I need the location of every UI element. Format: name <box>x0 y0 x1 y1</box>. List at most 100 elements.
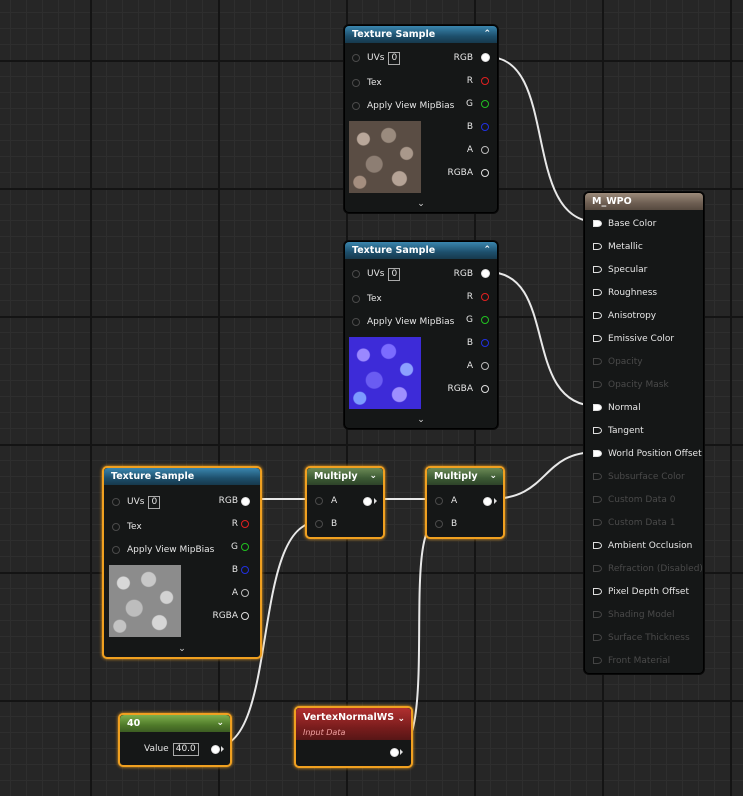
material-pin-row[interactable]: Normal <box>593 401 641 415</box>
wire-ts2-normal[interactable] <box>487 271 598 407</box>
rgb-output-pin-icon[interactable] <box>241 497 250 506</box>
texture-sample-node-2[interactable]: Texture Sample ⌃ UVs 0 Tex Apply View Mip… <box>344 241 498 429</box>
material-pin-row[interactable]: Ambient Occlusion <box>593 539 692 553</box>
input-a-pin-icon[interactable] <box>435 497 443 505</box>
material-input-pin-icon[interactable] <box>593 588 602 595</box>
material-pin-row[interactable]: Anisotropy <box>593 309 656 323</box>
expand-chevron-icon[interactable]: ⌄ <box>417 415 425 425</box>
material-input-pin-icon[interactable] <box>593 358 602 365</box>
rgb-output-pin-icon[interactable] <box>481 53 490 62</box>
material-pin-row[interactable]: Custom Data 0 <box>593 493 675 507</box>
material-pin-row[interactable]: Pixel Depth Offset <box>593 585 689 599</box>
uvs-pin-icon[interactable] <box>352 54 360 62</box>
material-pin-row[interactable]: Tangent <box>593 424 644 438</box>
a-output-pin-icon[interactable] <box>241 589 249 597</box>
material-pin-row[interactable]: Opacity Mask <box>593 378 669 392</box>
material-input-pin-icon[interactable] <box>593 634 602 641</box>
input-b-pin-icon[interactable] <box>315 520 323 528</box>
material-input-pin-icon[interactable] <box>593 427 602 434</box>
tex-pin-icon[interactable] <box>352 295 360 303</box>
material-input-pin-icon[interactable] <box>593 473 602 480</box>
b-output-pin-icon[interactable] <box>241 566 249 574</box>
material-input-pin-icon[interactable] <box>593 312 602 319</box>
uvs-pin-icon[interactable] <box>352 270 360 278</box>
uvs-input-row[interactable]: UVs 0 <box>112 495 161 509</box>
texture-sample-node-1[interactable]: Texture Sample ⌃ UVs 0 Tex Apply View Mip… <box>344 25 498 213</box>
input-a-row[interactable]: A <box>315 494 337 508</box>
collapse-chevron-icon[interactable]: ⌃ <box>483 242 491 259</box>
uvs-pin-icon[interactable] <box>112 498 120 506</box>
collapse-chevron-icon[interactable]: ⌃ <box>483 26 491 43</box>
material-pin-row[interactable]: Emissive Color <box>593 332 674 346</box>
material-input-pin-icon[interactable] <box>593 519 602 526</box>
uvs-value-field[interactable]: 0 <box>148 496 161 509</box>
uvs-value-field[interactable]: 0 <box>388 52 401 65</box>
collapse-chevron-icon[interactable]: ⌄ <box>216 715 224 732</box>
expand-chevron-icon[interactable]: ⌄ <box>417 199 425 209</box>
material-pin-row[interactable]: Subsurface Color <box>593 470 685 484</box>
mipbias-input-row[interactable]: Apply View MipBias <box>112 543 214 557</box>
collapse-chevron-icon[interactable]: ⌄ <box>369 468 377 485</box>
material-pin-row[interactable]: Opacity <box>593 355 643 369</box>
material-pin-row[interactable]: World Position Offset <box>593 447 702 461</box>
input-a-pin-icon[interactable] <box>315 497 323 505</box>
material-input-pin-icon[interactable] <box>593 289 602 296</box>
material-input-pin-icon[interactable] <box>593 565 602 572</box>
node-header[interactable]: Multiply ⌄ <box>307 468 383 485</box>
material-pin-row[interactable]: Surface Thickness <box>593 631 690 645</box>
node-header[interactable]: 40 ⌄ <box>120 715 230 732</box>
material-input-pin-icon[interactable] <box>593 381 602 388</box>
mipbias-pin-icon[interactable] <box>352 102 360 110</box>
node-header[interactable]: Texture Sample ⌃ <box>345 26 497 43</box>
rgba-output-pin-icon[interactable] <box>241 612 249 620</box>
output-pin-icon[interactable] <box>363 497 372 506</box>
rgb-output-pin-icon[interactable] <box>481 269 490 278</box>
collapse-chevron-icon[interactable]: ⌄ <box>489 468 497 485</box>
input-b-row[interactable]: B <box>315 517 337 531</box>
constant-node[interactable]: 40 ⌄ Value 40.0 <box>118 713 232 767</box>
material-result-node[interactable]: M_WPO Base Color Metallic Specular Roughnes… <box>584 192 704 674</box>
material-input-pin-icon[interactable] <box>593 496 602 503</box>
b-output-pin-icon[interactable] <box>481 123 489 131</box>
wire-ts1-basecolor[interactable] <box>487 56 598 223</box>
output-pin-icon[interactable] <box>483 497 492 506</box>
value-row[interactable]: Value 40.0 <box>144 742 199 756</box>
node-header[interactable]: M_WPO <box>585 193 703 210</box>
material-input-pin-icon[interactable] <box>593 266 602 273</box>
material-input-pin-icon[interactable] <box>593 611 602 618</box>
material-pin-row[interactable]: Refraction (Disabled) <box>593 562 703 576</box>
node-header[interactable]: Texture Sample <box>104 468 260 485</box>
output-pin-icon[interactable] <box>211 745 220 754</box>
r-output-pin-icon[interactable] <box>481 77 489 85</box>
tex-input-row[interactable]: Tex <box>112 520 142 534</box>
b-output-pin-icon[interactable] <box>481 339 489 347</box>
input-a-row[interactable]: A <box>435 494 457 508</box>
uvs-input-row[interactable]: UVs 0 <box>352 267 401 281</box>
output-pin-icon[interactable] <box>390 748 399 757</box>
material-input-pin-icon[interactable] <box>593 220 602 227</box>
uvs-value-field[interactable]: 0 <box>388 268 401 281</box>
material-pin-row[interactable]: Shading Model <box>593 608 674 622</box>
input-b-row[interactable]: B <box>435 517 457 531</box>
tex-input-row[interactable]: Tex <box>352 292 382 306</box>
material-pin-row[interactable]: Custom Data 1 <box>593 516 675 530</box>
multiply-node-2[interactable]: Multiply ⌄ A B <box>425 466 505 539</box>
tex-pin-icon[interactable] <box>352 79 360 87</box>
value-field[interactable]: 40.0 <box>172 743 199 756</box>
mipbias-pin-icon[interactable] <box>352 318 360 326</box>
tex-pin-icon[interactable] <box>112 523 120 531</box>
a-output-pin-icon[interactable] <box>481 146 489 154</box>
a-output-pin-icon[interactable] <box>481 362 489 370</box>
material-input-pin-icon[interactable] <box>593 335 602 342</box>
multiply-node-1[interactable]: Multiply ⌄ A B <box>305 466 385 539</box>
mipbias-input-row[interactable]: Apply View MipBias <box>352 99 454 113</box>
r-output-pin-icon[interactable] <box>481 293 489 301</box>
vertex-normal-ws-node[interactable]: VertexNormalWS Input Data ⌄ <box>294 706 413 768</box>
g-output-pin-icon[interactable] <box>241 543 249 551</box>
r-output-pin-icon[interactable] <box>241 520 249 528</box>
input-b-pin-icon[interactable] <box>435 520 443 528</box>
g-output-pin-icon[interactable] <box>481 100 489 108</box>
material-pin-row[interactable]: Roughness <box>593 286 657 300</box>
material-input-pin-icon[interactable] <box>593 542 602 549</box>
uvs-input-row[interactable]: UVs 0 <box>352 51 401 65</box>
